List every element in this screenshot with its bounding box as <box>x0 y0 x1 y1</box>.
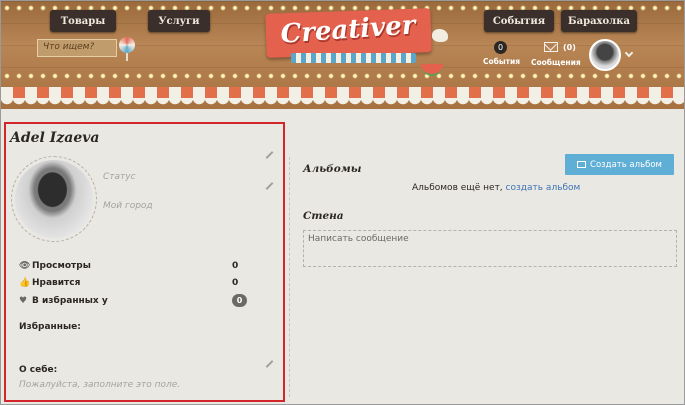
eye-icon: 👁 <box>19 261 31 271</box>
profile-panel: Adel Izaeva Статус Мой город 👁 Просмотры… <box>4 122 285 402</box>
avatar-photo <box>15 160 93 238</box>
stat-likes-row: 👍 Нравится 0 <box>19 276 249 290</box>
favorites-label: Избранные: <box>19 322 81 332</box>
about-label: О себе: <box>19 365 58 375</box>
albums-empty-text: Альбомов ещё нет, <box>412 183 503 193</box>
events-count-badge[interactable]: 0 <box>494 41 507 54</box>
edit-about-pencil-icon[interactable] <box>265 360 274 368</box>
create-album-button[interactable]: Создать альбом <box>565 154 674 175</box>
create-album-link[interactable]: создать альбом <box>506 183 581 193</box>
albums-empty-message: Альбомов ещё нет, создать альбом <box>412 183 580 193</box>
stat-favorited-row: ♥ В избранных у 0 <box>19 294 249 308</box>
edit-status-pencil-icon[interactable] <box>265 182 274 190</box>
wall-message-input[interactable]: Написать сообщение <box>303 230 677 267</box>
nav-fleamarket-button[interactable]: Барахолка <box>561 10 637 32</box>
chevron-down-icon[interactable] <box>624 48 634 58</box>
heart-icon: ♥ <box>19 296 28 306</box>
stat-label: В избранных у <box>32 296 108 306</box>
profile-name: Adel Izaeva <box>10 130 100 146</box>
bird-icon <box>432 29 448 42</box>
edit-name-pencil-icon[interactable] <box>265 151 274 159</box>
lollipop-icon <box>119 37 135 53</box>
string-lights-decoration <box>1 73 684 79</box>
albums-title: Альбомы <box>303 163 362 175</box>
messages-count[interactable]: (0) <box>563 43 576 52</box>
stat-views-row: 👁 Просмотры 0 <box>19 259 249 273</box>
stat-label: Просмотры <box>32 261 91 271</box>
logo-ribbon-decoration <box>291 53 416 63</box>
site-header: Товары Услуги События Барахолка Что ищем… <box>1 1 684 109</box>
image-icon <box>577 161 587 168</box>
wall-placeholder: Написать сообщение <box>308 234 409 244</box>
about-field[interactable]: Пожалуйста, заполните это поле. <box>19 380 180 390</box>
user-avatar-small[interactable] <box>589 39 621 71</box>
stat-value: 0 <box>232 278 239 288</box>
stat-value: 0 <box>232 261 239 271</box>
envelope-icon[interactable] <box>544 42 558 52</box>
stat-label: Нравится <box>32 278 81 288</box>
nav-events-button[interactable]: События <box>484 10 554 32</box>
nav-goods-button[interactable]: Товары <box>50 10 116 32</box>
wall-title: Стена <box>303 210 344 222</box>
city-field[interactable]: Мой город <box>103 201 153 211</box>
thumbs-up-icon: 👍 <box>19 278 31 288</box>
browser-frame: Товары Услуги События Барахолка Что ищем… <box>0 0 685 405</box>
column-divider <box>289 157 290 397</box>
profile-avatar[interactable] <box>11 156 97 242</box>
nav-services-button[interactable]: Услуги <box>148 10 210 32</box>
create-album-label: Создать альбом <box>590 159 662 170</box>
messages-link[interactable]: Сообщения <box>531 58 581 67</box>
favorited-count-badge[interactable]: 0 <box>232 294 247 307</box>
search-input[interactable]: Что ищем? <box>37 39 117 57</box>
events-link[interactable]: События <box>483 57 520 66</box>
awning-scallop-decoration <box>1 98 684 106</box>
status-field[interactable]: Статус <box>103 172 136 182</box>
